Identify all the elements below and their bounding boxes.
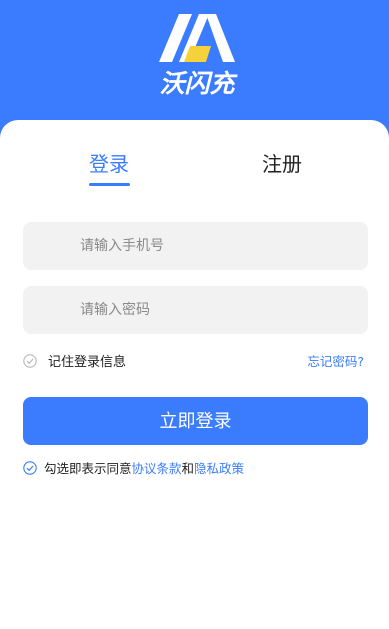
app-logo: 沃闪充 — [149, 10, 245, 100]
agreement-joiner: 和 — [181, 461, 195, 476]
remember-label: 记住登录信息 — [48, 354, 127, 370]
tab-register[interactable]: 注册 — [262, 150, 302, 178]
check-circle-icon[interactable] — [23, 353, 37, 368]
login-button[interactable]: 立即登录 — [23, 397, 368, 445]
remember-login-toggle[interactable]: 记住登录信息 — [23, 349, 126, 371]
login-card: 登录 注册 记住登录信息 忘记密码? 立即登录 勾选即表示同意协议条款和隐私政策 — [0, 120, 389, 629]
forgot-password-link[interactable]: 忘记密码? — [307, 351, 364, 370]
logo-mark-icon — [159, 14, 235, 62]
brand-name: 沃闪充 — [159, 69, 235, 98]
terms-link[interactable]: 协议条款 — [132, 461, 182, 476]
privacy-link[interactable]: 隐私政策 — [194, 461, 244, 476]
active-tab-indicator — [89, 183, 130, 186]
tab-login[interactable]: 登录 — [89, 150, 129, 178]
agreement-row: 勾选即表示同意协议条款和隐私政策 — [23, 458, 244, 477]
phone-input[interactable] — [23, 222, 368, 270]
password-input[interactable] — [23, 286, 368, 334]
header: 沃闪充 — [0, 0, 389, 130]
agreement-check-icon[interactable] — [23, 460, 37, 475]
agreement-text: 勾选即表示同意协议条款和隐私政策 — [44, 458, 244, 477]
agreement-prefix: 勾选即表示同意 — [44, 461, 132, 476]
